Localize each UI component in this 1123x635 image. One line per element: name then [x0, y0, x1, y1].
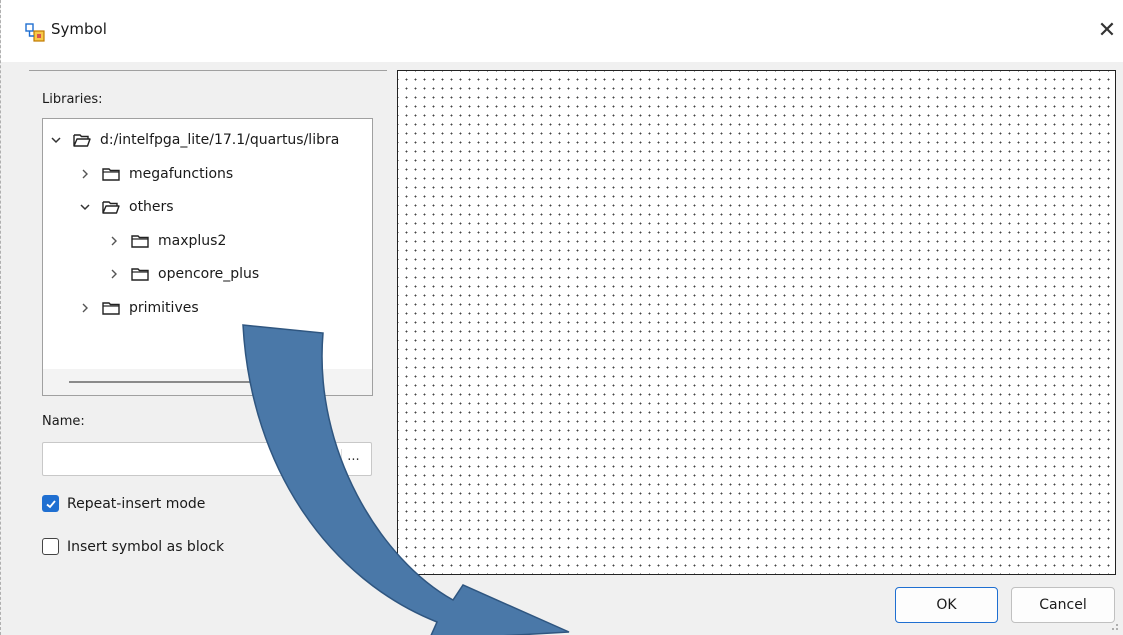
separator [29, 70, 387, 71]
scrollbar-thumb[interactable] [69, 381, 259, 383]
window-title: Symbol [51, 20, 107, 38]
insert-as-block-label: Insert symbol as block [67, 538, 225, 555]
tree-item-label: primitives [129, 300, 199, 316]
cancel-button[interactable]: Cancel [1011, 587, 1115, 623]
tree-item[interactable]: maxplus2 [107, 228, 226, 254]
chevron-right-icon[interactable] [78, 167, 92, 181]
repeat-insert-checkbox[interactable] [42, 495, 59, 512]
chevron-down-icon[interactable] [49, 133, 63, 147]
chevron-right-icon[interactable] [107, 234, 121, 248]
folder-icon [102, 302, 120, 315]
folder-icon [102, 167, 120, 181]
folder-open-icon [102, 201, 120, 214]
tree-item-label: opencore_plus [158, 266, 260, 283]
repeat-insert-label: Repeat-insert mode [67, 495, 206, 512]
tree-item[interactable]: opencore_plus [107, 261, 259, 287]
horizontal-scrollbar[interactable] [43, 369, 372, 395]
browse-button[interactable]: ... [341, 449, 365, 471]
tree-item-label: megafunctions [129, 165, 234, 182]
chevron-right-icon[interactable] [107, 267, 121, 281]
ok-button[interactable]: OK [895, 587, 998, 623]
tree-item-label: d:/intelfpga_lite/17.1/quartus/libra [100, 132, 340, 148]
libraries-tree[interactable]: d:/intelfpga_lite/17.1/quartus/libramega… [42, 118, 373, 396]
close-button[interactable]: ✕ [1093, 16, 1121, 44]
title-bar[interactable]: Symbol ✕ [1, 0, 1123, 62]
folder-icon [131, 235, 149, 248]
close-icon: ✕ [1097, 17, 1117, 43]
symbol-app-icon [25, 23, 45, 42]
tree-item[interactable]: primitives [78, 295, 199, 321]
chevron-right-icon[interactable] [78, 301, 92, 315]
checkmark-icon [45, 499, 56, 508]
insert-as-block-option[interactable]: Insert symbol as block [42, 538, 224, 555]
chevron-down-icon[interactable] [78, 200, 92, 214]
symbol-preview-canvas [397, 70, 1116, 575]
tree-item-label: maxplus2 [158, 232, 227, 249]
resize-grip-icon[interactable] [1109, 621, 1119, 631]
tree-item[interactable]: megafunctions [78, 161, 233, 187]
name-field[interactable]: ... [42, 442, 372, 476]
name-label: Name: [42, 414, 85, 429]
tree-item-label: others [129, 199, 174, 216]
tree-item[interactable]: d:/intelfpga_lite/17.1/quartus/libra [49, 127, 339, 153]
libraries-label: Libraries: [42, 92, 103, 107]
tree-item[interactable]: others [78, 194, 174, 220]
folder-icon [131, 268, 149, 282]
folder-open-icon [73, 134, 91, 147]
insert-as-block-checkbox[interactable] [42, 538, 59, 555]
symbol-dialog: Symbol ✕ Libraries: d:/intelfpga_lite/17… [0, 0, 1123, 635]
repeat-insert-option[interactable]: Repeat-insert mode [42, 495, 205, 512]
